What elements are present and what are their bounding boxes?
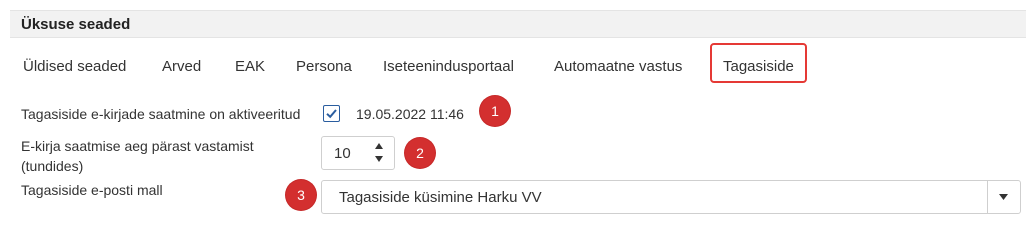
send-delay-label-unit: (tundides) — [21, 158, 84, 174]
email-template-select[interactable]: Tagasiside küsimine Harku VV — [321, 180, 1021, 214]
email-template-selected: Tagasiside küsimine Harku VV — [339, 189, 542, 206]
tab-invoices[interactable]: Arved — [162, 58, 201, 75]
annotation-badge-1: 1 — [480, 96, 510, 126]
feedback-enabled-timestamp: 19.05.2022 11:46 — [356, 106, 464, 122]
send-delay-stepper[interactable]: 10 — [321, 136, 395, 170]
tab-bar: Üldised seaded Arved EAK Persona Iseteen… — [10, 40, 1026, 92]
stepper-up-button[interactable] — [364, 137, 394, 153]
checkmark-icon — [326, 109, 337, 119]
select-dropdown-button[interactable] — [987, 181, 1020, 213]
annotation-badge-2: 2 — [405, 138, 435, 168]
section-header: Üksuse seaded — [10, 10, 1026, 38]
arrow-down-icon — [375, 156, 383, 162]
feedback-enabled-label: Tagasiside e-kirjade saatmine on aktivee… — [21, 106, 301, 122]
send-delay-value[interactable]: 10 — [334, 145, 351, 162]
stepper-down-button[interactable] — [364, 153, 394, 169]
send-delay-label: E-kirja saatmise aeg pärast vastamist — [21, 138, 254, 154]
tab-eak[interactable]: EAK — [235, 58, 265, 75]
email-template-label: Tagasiside e-posti mall — [21, 182, 163, 198]
feedback-enabled-checkbox[interactable] — [323, 105, 340, 122]
tab-selfservice-portal[interactable]: Iseteenindusportaal — [383, 58, 514, 75]
tab-auto-reply[interactable]: Automaatne vastus — [554, 58, 682, 75]
arrow-up-icon — [375, 143, 383, 149]
tab-feedback[interactable]: Tagasiside — [710, 43, 807, 83]
chevron-down-icon — [999, 194, 1008, 200]
section-title: Üksuse seaded — [21, 16, 131, 33]
stepper-buttons — [364, 137, 394, 169]
tab-general-settings[interactable]: Üldised seaded — [23, 58, 126, 75]
annotation-badge-3: 3 — [286, 180, 316, 210]
tab-persona[interactable]: Persona — [296, 58, 352, 75]
